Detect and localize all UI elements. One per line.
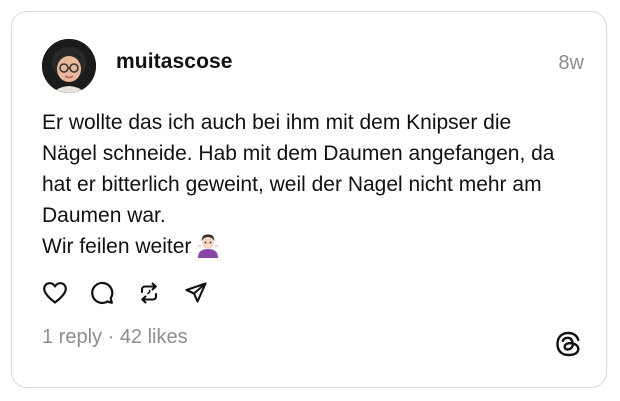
- timestamp[interactable]: 8w: [558, 52, 584, 75]
- post-card: muitascose 8w Er wollte das ich auch bei…: [11, 11, 607, 388]
- reply-count[interactable]: 1 reply: [42, 326, 102, 348]
- post-text-line: Er wollte das ich auch bei ihm mit dem K…: [42, 111, 512, 134]
- post-text-line: Daumen war.: [42, 204, 166, 227]
- comment-icon: [91, 281, 114, 305]
- share-button[interactable]: [181, 278, 211, 308]
- post-text: Er wollte das ich auch bei ihm mit dem K…: [42, 107, 592, 267]
- like-button[interactable]: [40, 278, 70, 308]
- post-text-line: Wir feilen weiter: [42, 235, 192, 258]
- post-text-line: hat er bitterlich geweint, weil der Nage…: [42, 173, 542, 196]
- avatar-image: [42, 39, 96, 93]
- post-text-line: Nägel schneide. Hab mit dem Daumen angef…: [42, 142, 555, 165]
- threads-logo-icon[interactable]: [554, 330, 582, 358]
- post-text-line-last: Wir feilen weiter: [42, 231, 592, 267]
- like-count[interactable]: 42 likes: [120, 326, 188, 348]
- repost-button[interactable]: [134, 278, 164, 308]
- send-icon: [185, 282, 207, 303]
- avatar[interactable]: [42, 39, 96, 93]
- stats-separator: ·: [102, 326, 120, 348]
- username[interactable]: muitascose: [116, 50, 233, 74]
- reply-button[interactable]: [87, 278, 117, 308]
- heart-icon: [43, 282, 67, 304]
- repost-icon: [140, 282, 158, 304]
- person-shrugging-emoji: [195, 232, 221, 267]
- post-stats: 1 reply · 42 likes: [42, 326, 188, 349]
